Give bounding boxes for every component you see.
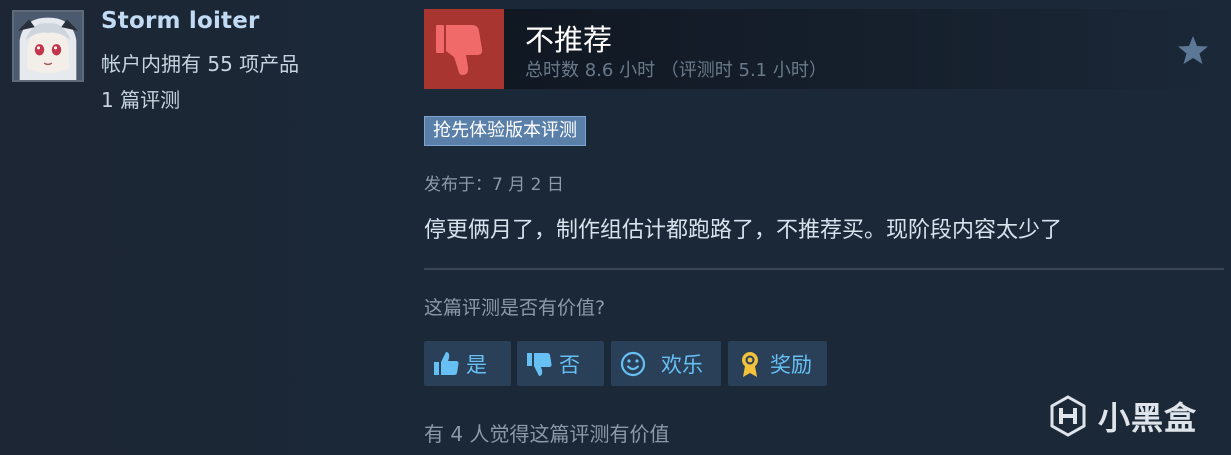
watermark-text: 小黑盒 <box>1098 399 1198 437</box>
vote-no-button[interactable]: 否 <box>517 341 604 386</box>
award-icon <box>742 351 758 377</box>
vote-funny-label: 欢乐 <box>661 352 703 377</box>
vote-funny-button[interactable]: 欢乐 <box>611 341 721 386</box>
divider <box>424 268 1224 270</box>
posted-date: 发布于：7 月 2 日 <box>424 175 564 195</box>
smiley-icon <box>620 351 646 376</box>
vote-yes-label: 是 <box>466 352 487 377</box>
helpful-question: 这篇评测是否有价值? <box>424 297 606 319</box>
avatar[interactable] <box>12 10 84 82</box>
playtime-hours: 总时数 8.6 小时 （评测时 5.1 小时） <box>525 60 827 81</box>
thumbs-down-icon <box>527 352 552 376</box>
thumbs-up-icon <box>434 351 459 375</box>
award-button[interactable]: 奖励 <box>728 341 827 386</box>
early-access-badge: 抢先体验版本评测 <box>424 116 586 146</box>
products-owned[interactable]: 帐户内拥有 55 项产品 <box>101 48 299 77</box>
avatar-image <box>14 12 82 80</box>
award-label: 奖励 <box>770 352 812 377</box>
star-icon[interactable] <box>1176 33 1210 67</box>
review-count[interactable]: 1 篇评测 <box>101 84 180 113</box>
vote-no-label: 否 <box>559 352 580 377</box>
reviewer-name[interactable]: Storm loiter <box>101 8 260 34</box>
watermark: 小黑盒 <box>1046 392 1197 440</box>
verdict-title: 不推荐 <box>525 23 613 57</box>
thumbs-down-icon <box>424 9 504 89</box>
vote-yes-button[interactable]: 是 <box>424 341 511 386</box>
xiaoheihe-logo-icon <box>1050 395 1086 437</box>
review-header[interactable]: 不推荐 总时数 8.6 小时 （评测时 5.1 小时） <box>424 9 1224 89</box>
review-text: 停更俩月了，制作组估计都跑路了，不推荐买。现阶段内容太少了 <box>424 218 1063 243</box>
reviewer-panel: Storm loiter 帐户内拥有 55 项产品 1 篇评测 <box>0 0 410 455</box>
helpful-count: 有 4 人觉得这篇评测有价值 <box>424 422 670 446</box>
